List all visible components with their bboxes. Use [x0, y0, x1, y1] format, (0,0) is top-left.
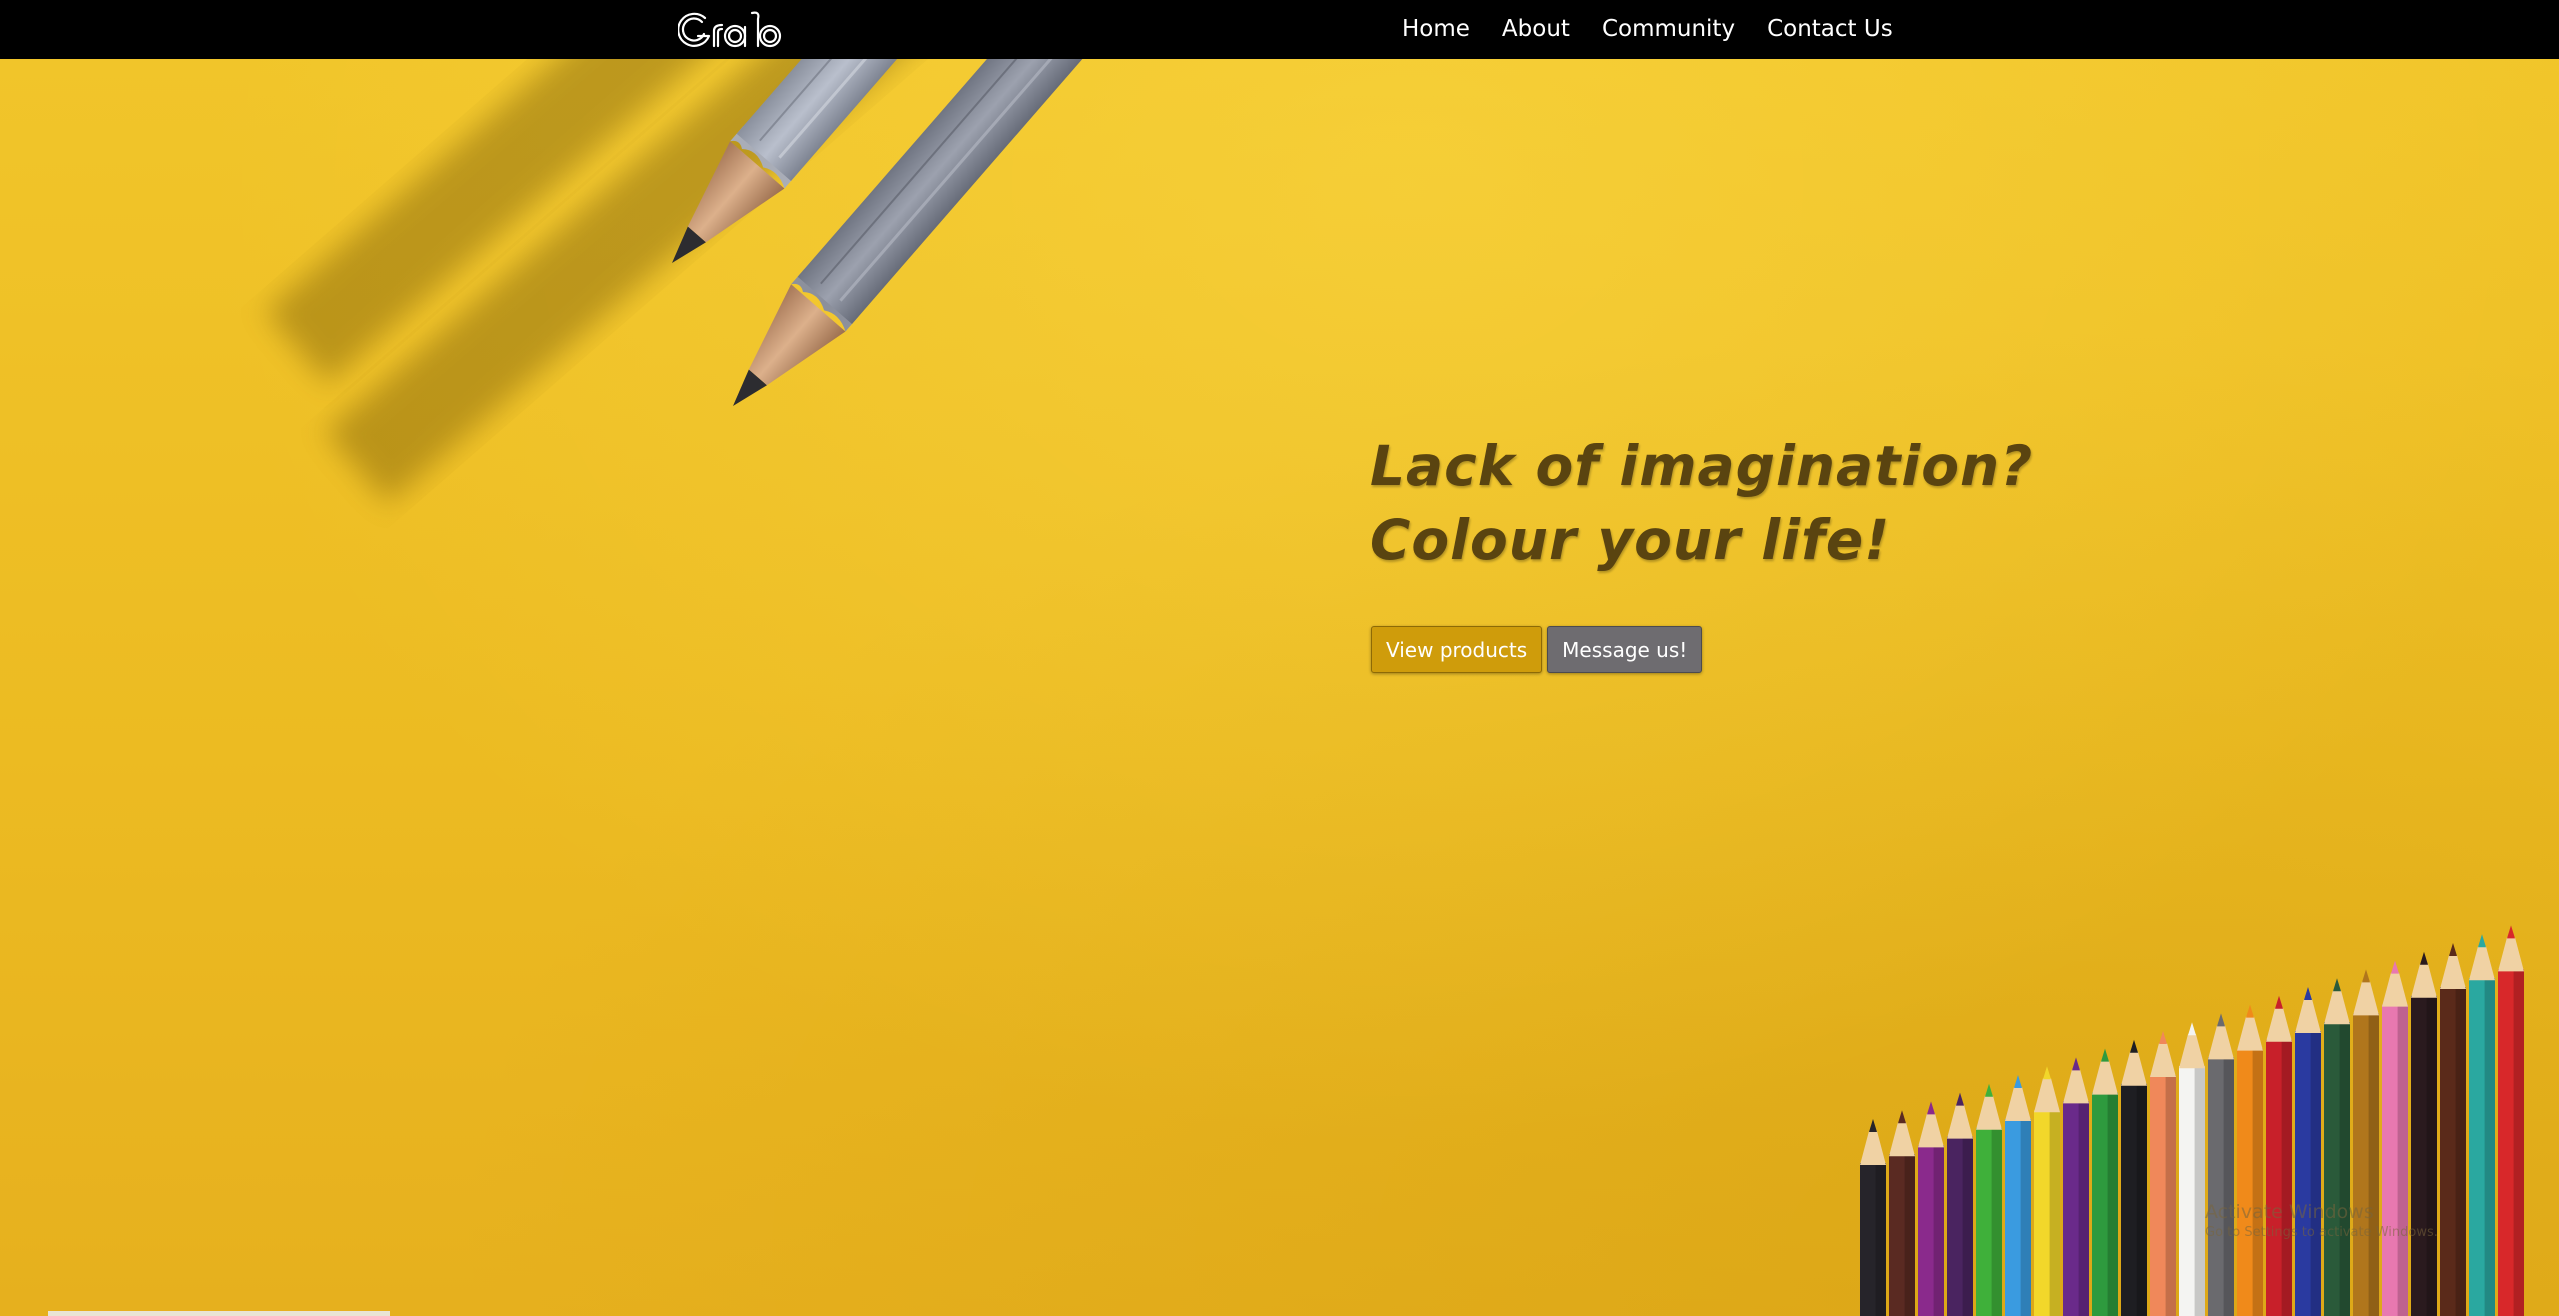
nav-link-contact-us[interactable]: Contact Us	[1751, 0, 1909, 59]
nav-link-about[interactable]: About	[1486, 0, 1586, 59]
colored-pencil	[2034, 1066, 2060, 1316]
brand-logo[interactable]	[678, 9, 788, 51]
colored-pencil	[2382, 960, 2408, 1316]
colored-pencil	[2469, 934, 2495, 1316]
hero-headline-line-2: Colour your life!	[1370, 508, 1891, 572]
hero-section: GRAPHITE Lack of imagination? Colour you…	[0, 59, 2559, 1316]
colored-pencil	[2121, 1039, 2147, 1316]
navbar: Home About Community Contact Us	[0, 0, 2559, 59]
colored-pencil	[2440, 943, 2466, 1316]
message-us-button[interactable]: Message us!	[1547, 626, 1703, 673]
colored-pencil	[2324, 978, 2350, 1316]
nav-link-home[interactable]: Home	[1386, 0, 1486, 59]
colored-pencil	[2179, 1022, 2205, 1316]
colored-pencil	[2498, 925, 2524, 1316]
colored-pencil	[1976, 1083, 2002, 1316]
colored-pencil	[1860, 1119, 1886, 1316]
scroll-indicator	[48, 1311, 390, 1316]
colored-pencil	[2208, 1013, 2234, 1316]
colored-pencil	[2237, 1004, 2263, 1316]
view-products-button[interactable]: View products	[1371, 626, 1543, 673]
colored-pencil	[2266, 995, 2292, 1316]
nav-link-community[interactable]: Community	[1586, 0, 1751, 59]
colored-pencil	[1889, 1110, 1915, 1316]
hero-headline: Lack of imagination? Colour your life!	[1370, 429, 2033, 577]
colored-pencils	[1860, 925, 2524, 1316]
colored-pencil	[1947, 1092, 1973, 1316]
hero-buttons: View products Message us!	[1371, 626, 1703, 673]
page: Home About Community Contact Us Lack of …	[0, 0, 2559, 1316]
colored-pencil	[2063, 1057, 2089, 1316]
colored-pencil	[2295, 987, 2321, 1316]
colored-pencil	[2005, 1075, 2031, 1316]
nav-links: Home About Community Contact Us	[1386, 0, 1909, 59]
grab-logo-icon	[678, 11, 782, 48]
pencils-image: GRAPHITE	[265, 59, 2524, 1316]
windows-activation-watermark: Activate Windows Go to Settings to activ…	[2205, 1200, 2438, 1242]
hero-headline-line-1: Lack of imagination?	[1370, 434, 2034, 498]
colored-pencil	[2092, 1048, 2118, 1316]
watermark-title: Activate Windows	[2205, 1201, 2374, 1223]
colored-pencil	[2150, 1031, 2176, 1316]
colored-pencil	[1918, 1101, 1944, 1316]
watermark-subtitle: Go to Settings to activate Windows.	[2205, 1225, 2438, 1240]
colored-pencil	[2353, 969, 2379, 1316]
colored-pencil	[2411, 951, 2437, 1316]
